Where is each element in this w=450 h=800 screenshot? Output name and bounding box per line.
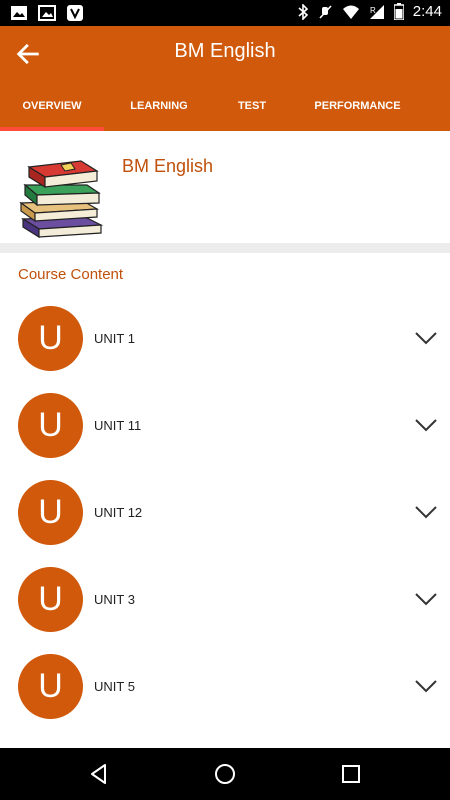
unit-label: UNIT 3: [94, 592, 135, 607]
battery-icon: [393, 3, 404, 20]
unit-row[interactable]: U UNIT 1: [0, 300, 450, 387]
tab-bar: OVERVIEW LEARNING TEST PERFORMANCE: [0, 86, 450, 131]
unit-avatar: U: [18, 567, 83, 632]
unit-row[interactable]: U UNIT 3: [0, 561, 450, 648]
mute-icon: [319, 4, 332, 19]
gallery-icon: [11, 6, 27, 20]
back-triangle-icon[interactable]: [87, 762, 111, 786]
unit-avatar: U: [18, 393, 83, 458]
page-title: BM English: [174, 40, 276, 62]
course-content-title: Course Content: [18, 266, 124, 283]
signal-icon: R: [369, 4, 384, 19]
chevron-down-icon[interactable]: [414, 326, 438, 350]
unit-row[interactable]: U UNIT 12: [0, 474, 450, 561]
unit-label: UNIT 5: [94, 679, 135, 694]
unit-label: UNIT 12: [94, 505, 143, 520]
app-v-icon: [67, 5, 83, 21]
unit-avatar: U: [18, 480, 83, 545]
bluetooth-icon: [298, 3, 308, 20]
chevron-down-icon[interactable]: [414, 587, 438, 611]
tab-test[interactable]: TEST: [214, 86, 290, 131]
unit-label: UNIT 1: [94, 331, 135, 346]
unit-label: UNIT 11: [94, 418, 142, 433]
status-time: 2:44: [412, 3, 442, 20]
course-header: BM English: [0, 131, 450, 243]
chevron-down-icon[interactable]: [414, 500, 438, 524]
books-icon: [19, 160, 104, 239]
system-nav-bar: [0, 748, 450, 800]
tab-overview[interactable]: OVERVIEW: [0, 86, 104, 131]
tab-performance[interactable]: PERFORMANCE: [290, 86, 425, 131]
unit-avatar: U: [18, 306, 83, 371]
tab-learning[interactable]: LEARNING: [104, 86, 214, 131]
unit-row[interactable]: U UNIT 5: [0, 648, 450, 735]
status-bar: R 2:44: [0, 0, 450, 26]
chevron-down-icon[interactable]: [414, 674, 438, 698]
unit-list: U UNIT 1 U UNIT 11 U UNIT 12 U UNIT 3 U …: [0, 300, 450, 735]
home-circle-icon[interactable]: [213, 762, 237, 786]
section-divider: [0, 243, 450, 253]
app-bar: BM English OVERVIEW LEARNING TEST PERFOR…: [0, 26, 450, 131]
unit-row[interactable]: U UNIT 11: [0, 387, 450, 474]
roaming-indicator: R: [370, 6, 376, 15]
wifi-icon: [342, 5, 359, 19]
image-icon: [38, 5, 56, 21]
recents-square-icon[interactable]: [339, 762, 363, 786]
chevron-down-icon[interactable]: [414, 413, 438, 437]
unit-avatar: U: [18, 654, 83, 719]
course-name: BM English: [122, 156, 214, 176]
